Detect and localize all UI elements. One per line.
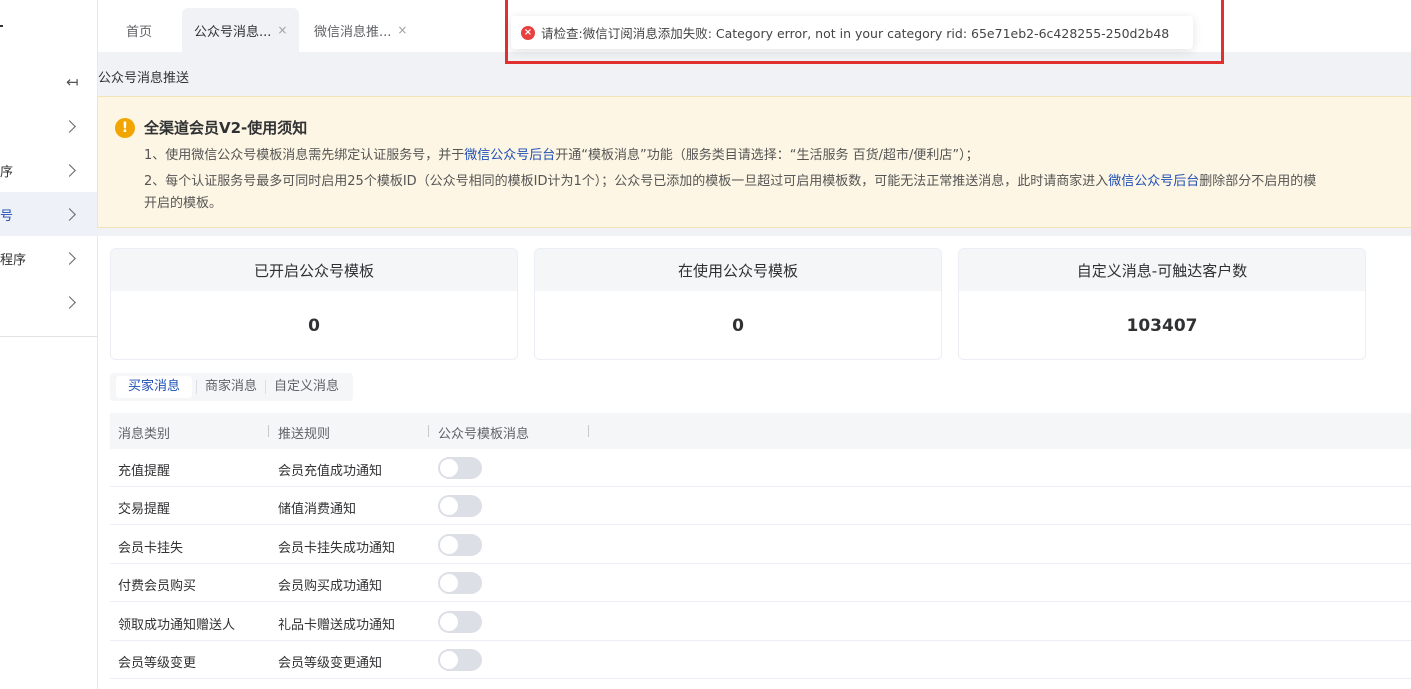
table-row: 交易提醒 储值消费通知 [110,487,1411,525]
tab-home[interactable]: 首页 [114,8,164,52]
sidebar-item-label: 号 [0,208,14,224]
tab-label: 公众号消息... [194,24,272,40]
template-toggle[interactable] [438,457,482,479]
template-toggle[interactable] [438,534,482,556]
stat-card-reachable-customers: 自定义消息-可触达客户数 103407 [958,248,1366,360]
cell-category: 领取成功通知赠送人 [118,618,236,633]
sidebar-item-1[interactable] [0,104,98,148]
cell-rule: 礼品卡赠送成功通知 [278,618,396,633]
page-title: 公众号消息推送 [98,71,190,86]
table-row: 领取成功通知赠送人 礼品卡赠送成功通知 [110,603,1411,641]
sidebar: ↤ 序 号 程序 [0,0,98,689]
notice-title: 全渠道会员V2-使用须知 [144,119,308,137]
cell-category: 交易提醒 [118,502,171,517]
cell-category: 会员等级变更 [118,656,197,671]
template-toggle[interactable] [438,611,482,633]
template-toggle[interactable] [438,495,482,517]
notice-line-2: 2、每个认证服务号最多可同时启用25个模板ID（公众号相同的模板ID计为1个）；… [144,170,1316,189]
notice-text: 2、每个认证服务号最多可同时启用25个模板ID（公众号相同的模板ID计为1个）；… [144,174,1109,189]
template-toggle[interactable] [438,572,482,594]
stat-value: 103407 [1126,316,1198,336]
template-toggle[interactable] [438,649,482,671]
wechat-backend-link[interactable]: 微信公众号后台 [464,148,555,163]
stat-value: 0 [732,316,744,336]
cell-rule: 会员卡挂失成功通知 [278,541,396,556]
tab-official-account-push[interactable]: 公众号消息... × [182,8,300,52]
cell-rule: 会员购买成功通知 [278,579,383,594]
close-icon[interactable]: × [397,23,407,37]
column-header-rule: 推送规则 [278,427,331,442]
column-divider [588,425,589,437]
table-row: 会员卡挂失 会员卡挂失成功通知 [110,526,1411,564]
error-message: 请检查:微信订阅消息添加失败: Category error, not in y… [541,26,1170,41]
column-header-template: 公众号模板消息 [438,427,530,442]
notice-line-3: 开启的模板。 [144,196,223,211]
tab-label: 微信消息推... [314,24,392,40]
notice-text: 删除部分不启用的模 [1199,174,1317,189]
chevron-right-icon [63,251,76,265]
notice-text: 开通“模板消息”功能（服务类目请选择：“生活服务 百货/超市/便利店”）； [555,148,979,163]
sidebar-logo-fragment [0,25,3,27]
chevron-right-icon [63,207,76,221]
chevron-right-icon [63,295,76,309]
warning-icon: ! [115,118,135,138]
sidebar-item-label: 序 [0,164,14,180]
stat-value: 0 [308,316,320,336]
table-row: 付费会员购买 会员购买成功通知 [110,564,1411,602]
sidebar-item-4[interactable]: 程序 [0,236,98,280]
tab-buyer-messages[interactable]: 买家消息 [116,376,193,398]
stat-label: 已开启公众号模板 [111,249,517,291]
cell-rule: 会员充值成功通知 [278,464,383,479]
tab-merchant-messages[interactable]: 商家消息 [196,380,265,394]
main-panel: 已开启公众号模板 0 在使用公众号模板 0 自定义消息-可触达客户数 10340… [98,236,1411,689]
stat-card-enabled-templates: 已开启公众号模板 0 [110,248,518,360]
stat-card-in-use-templates: 在使用公众号模板 0 [534,248,942,360]
error-icon: × [521,25,535,40]
notice-line-1: 1、使用微信公众号模板消息需先绑定认证服务号，并于微信公众号后台开通“模板消息”… [144,144,979,163]
tab-wechat-push[interactable]: 微信消息推... × [302,8,419,52]
close-icon[interactable]: × [277,23,287,37]
cell-rule: 储值消费通知 [278,502,357,517]
usage-notice: ! 全渠道会员V2-使用须知 1、使用微信公众号模板消息需先绑定认证服务号，并于… [97,96,1411,228]
stat-label: 自定义消息-可触达客户数 [959,249,1365,291]
cell-category: 会员卡挂失 [118,541,184,556]
stat-label: 在使用公众号模板 [535,249,941,291]
sidebar-item-3[interactable]: 号 [0,192,98,236]
tab-label: 首页 [126,24,153,40]
sidebar-item-label: 程序 [0,252,27,268]
sidebar-divider [0,336,98,337]
table-row: 会员等级变更 会员等级变更通知 [110,641,1411,679]
cell-rule: 会员等级变更通知 [278,656,383,671]
chevron-right-icon [63,119,76,133]
sidebar-item-2[interactable]: 序 [0,148,98,192]
notice-text: 1、使用微信公众号模板消息需先绑定认证服务号，并于 [144,148,465,163]
wechat-backend-link[interactable]: 微信公众号后台 [1108,174,1199,189]
collapse-sidebar-icon[interactable]: ↤ [66,73,79,91]
table-header: 消息类别 推送规则 公众号模板消息 [110,413,1411,449]
error-toast: × 请检查:微信订阅消息添加失败: Category error, not in… [511,16,1193,49]
column-divider [268,425,269,437]
cell-category: 付费会员购买 [118,579,197,594]
chevron-right-icon [63,163,76,177]
message-type-tabs: 买家消息 商家消息 自定义消息 [110,373,354,401]
cell-category: 充值提醒 [118,464,171,479]
sidebar-item-5[interactable] [0,280,98,324]
column-header-category: 消息类别 [118,427,171,442]
table-row: 充值提醒 会员充值成功通知 [110,449,1411,487]
tab-custom-messages[interactable]: 自定义消息 [265,380,347,394]
column-divider [428,425,429,437]
